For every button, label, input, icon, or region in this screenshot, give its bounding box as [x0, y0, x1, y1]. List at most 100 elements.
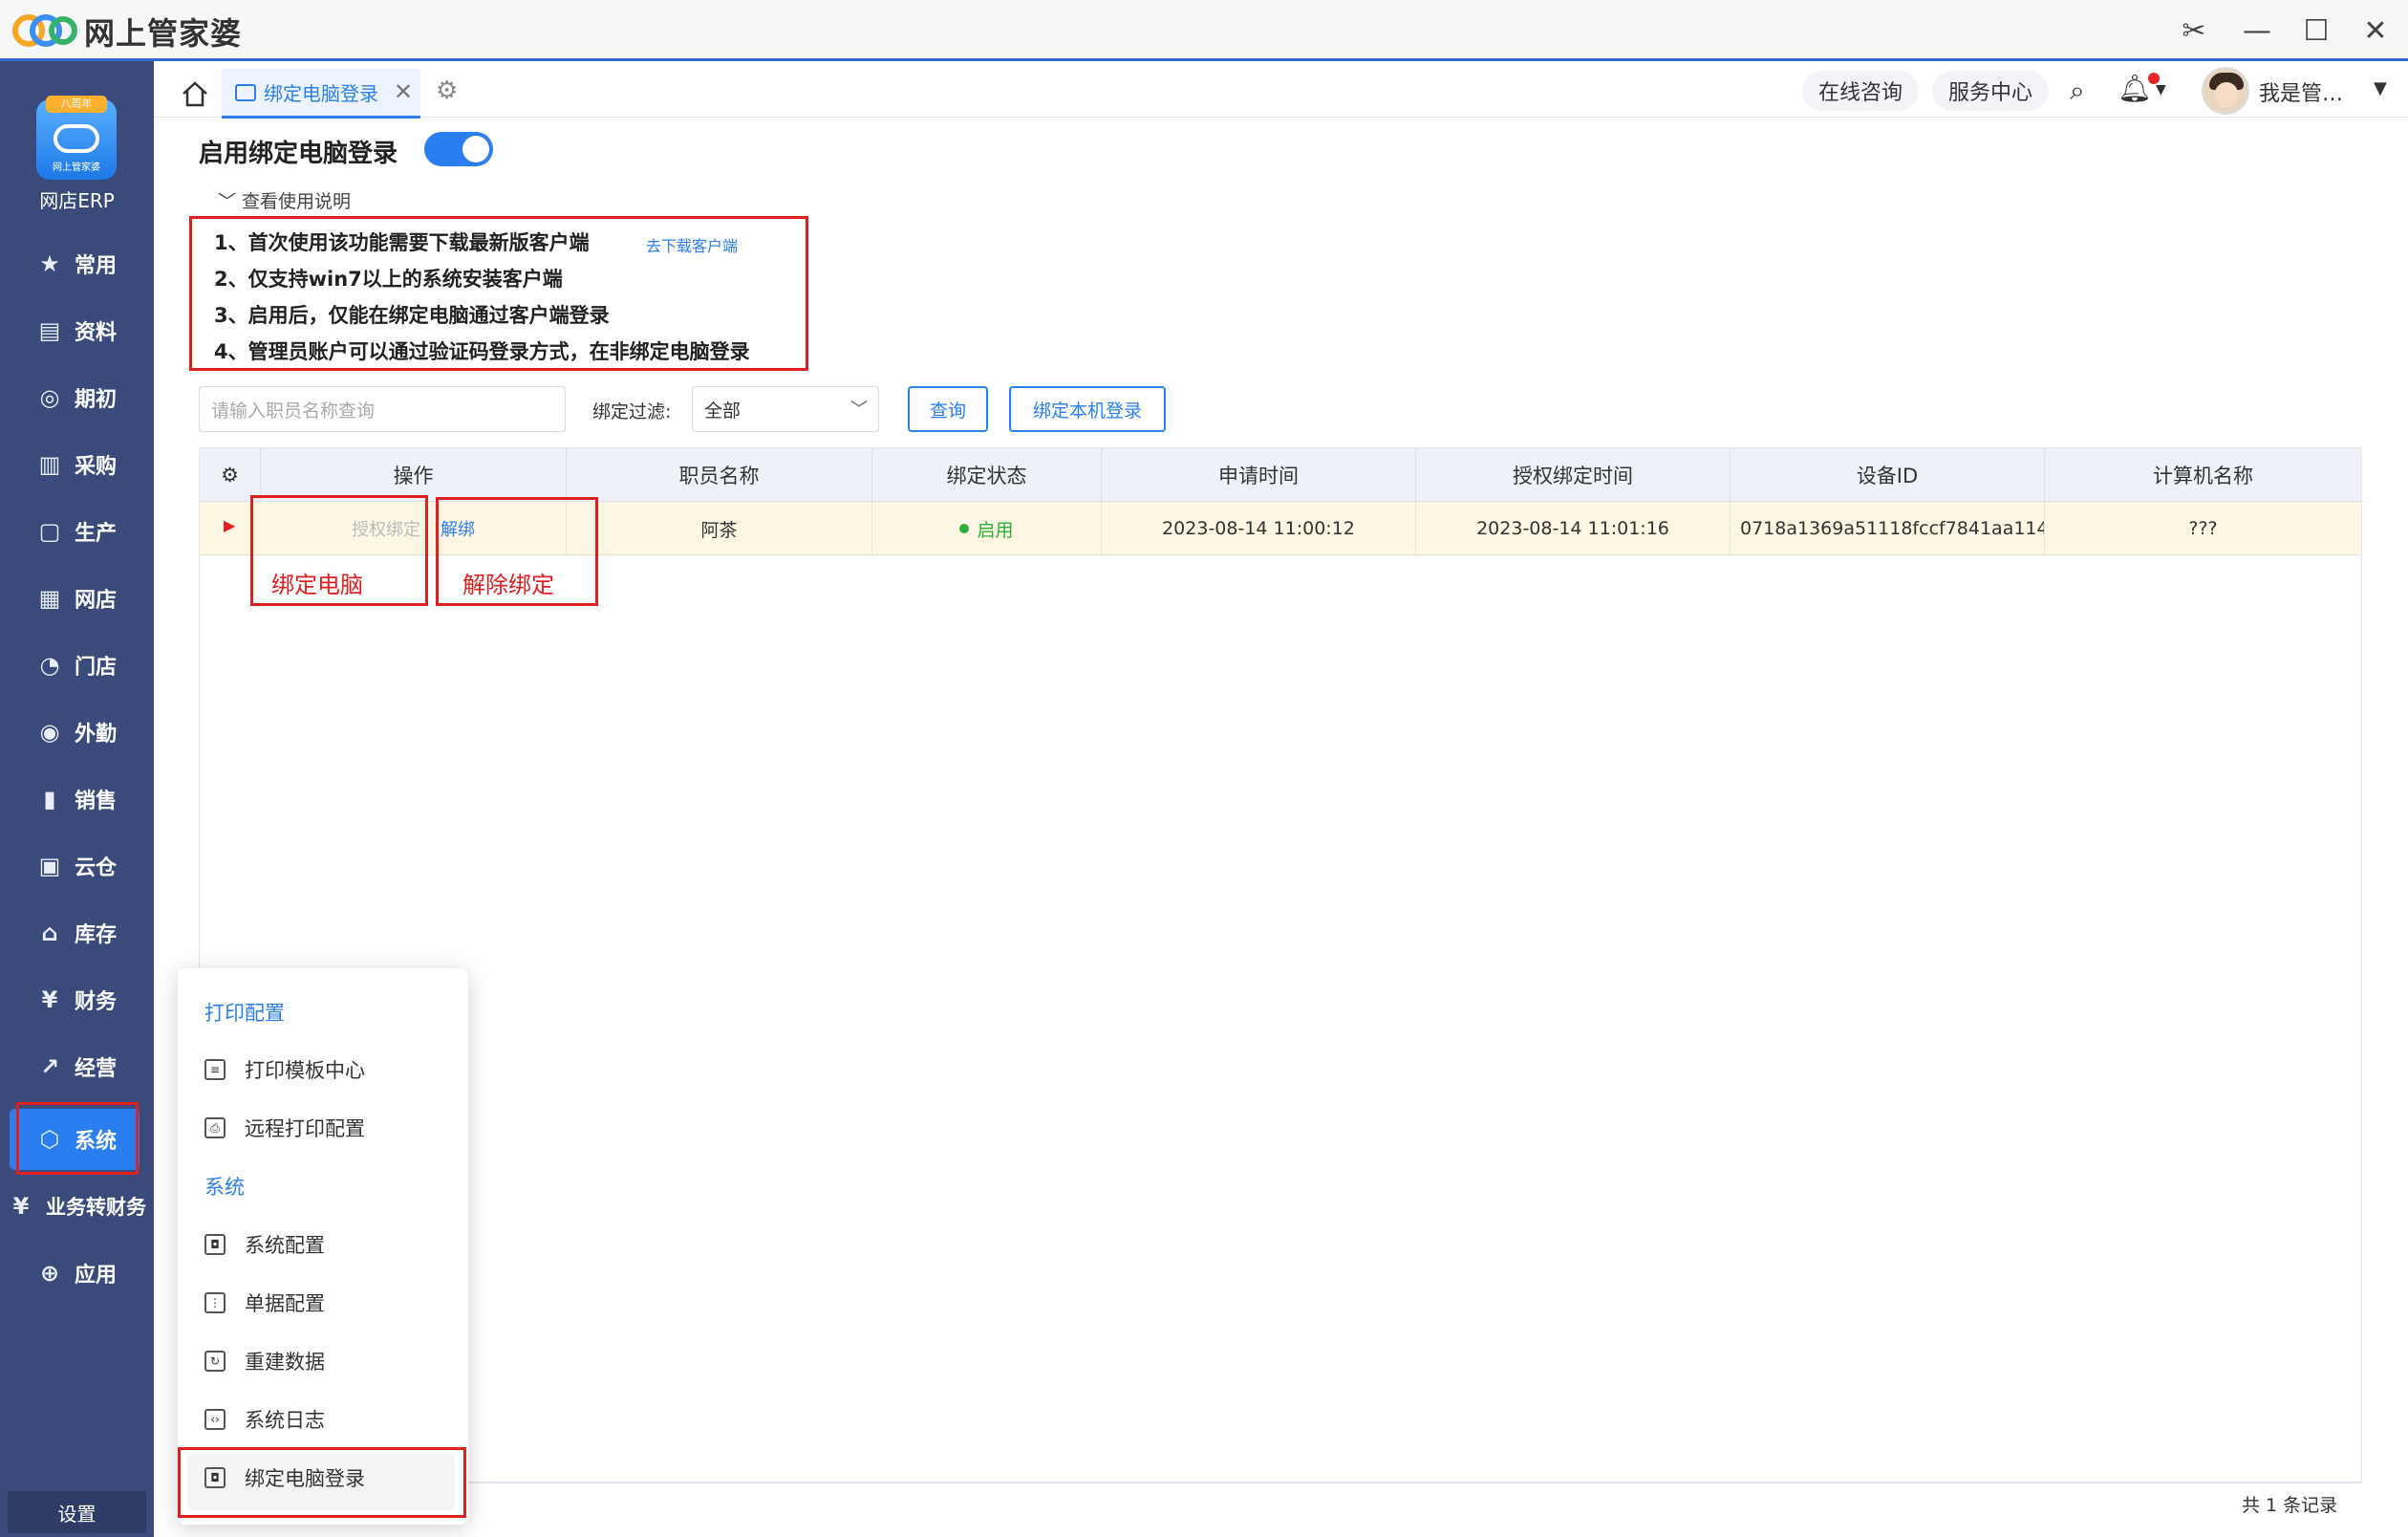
column-header: 操作	[261, 448, 567, 502]
tab-bind-pc-login[interactable]: 绑定电脑登录	[222, 69, 420, 119]
trend-icon: ↗	[39, 1053, 60, 1080]
rebuild-icon: ↻	[204, 1351, 226, 1372]
status-dot	[959, 524, 970, 533]
logo-sub: 网上管家婆	[53, 162, 100, 173]
bind-pc-menu-annotation-frame	[178, 1447, 466, 1518]
menu-item-label: 远程打印配置	[245, 1117, 365, 1140]
bell-icon[interactable]: 🔔︎	[2118, 73, 2152, 104]
sidebar-item-production[interactable]: ▢ 生产	[0, 503, 154, 560]
sidebar-item-operation[interactable]: ↗ 经营	[0, 1038, 154, 1095]
document-icon: ▢	[38, 518, 61, 545]
query-button[interactable]: 查询	[908, 386, 988, 432]
store-icon: ▦	[38, 585, 61, 612]
sidebar-item-data[interactable]: ▤ 资料	[0, 302, 154, 359]
menu-item-rebuild-data[interactable]: ↻ 重建数据	[204, 1347, 325, 1375]
column-settings-gear-icon[interactable]: ⚙	[200, 448, 261, 502]
menu-item-print-templates[interactable]: ≡ 打印模板中心	[204, 1055, 365, 1084]
sidebar-item-label: 财务	[75, 990, 118, 1014]
sidebar-item-finance[interactable]: ¥ 财务	[0, 971, 154, 1028]
column-header[interactable]: 绑定状态	[872, 448, 1102, 502]
sidebar-item-apps[interactable]: ⊕ 应用	[0, 1245, 154, 1302]
sidebar-item-label: 采购	[75, 455, 118, 479]
tab-label: 绑定电脑登录	[264, 82, 378, 105]
settings-button[interactable]: 设置	[8, 1491, 146, 1533]
column-header[interactable]: 职员名称	[567, 448, 872, 502]
gear-icon[interactable]: ⚙	[436, 76, 458, 105]
service-center-button[interactable]: 服务中心	[1932, 71, 2049, 111]
scissors-icon[interactable]: ✂	[2173, 10, 2215, 52]
menu-group-print: 打印配置	[204, 1002, 285, 1025]
sidebar-item-label: 业务转财务	[46, 1196, 146, 1219]
logo-badge: 八周年	[46, 96, 107, 113]
menu-item-system-config[interactable]: ◘ 系统配置	[204, 1230, 325, 1259]
sidebar-item-label: 云仓	[75, 856, 118, 880]
column-header[interactable]: 计算机名称	[2045, 448, 2361, 502]
menu-item-system-log[interactable]: ‹› 系统日志	[204, 1405, 325, 1434]
monitor-icon: ◘	[204, 1234, 226, 1255]
sidebar-item-purchase[interactable]: ▥ 采购	[0, 436, 154, 493]
search-icon[interactable]: ⌕	[2070, 75, 2085, 107]
home-icon[interactable]	[178, 76, 212, 111]
table-cell-employee: 阿茶	[567, 502, 872, 555]
erp-logo[interactable]: 八周年 网上管家婆	[36, 96, 117, 180]
close-button[interactable]: ✕	[2354, 10, 2397, 52]
sidebar-item-common[interactable]: ★ 常用	[0, 235, 154, 292]
column-header[interactable]: 设备ID	[1731, 448, 2045, 502]
sidebar-item-label: 应用	[75, 1264, 118, 1288]
tab-close-icon[interactable]: ✕	[394, 78, 413, 105]
template-icon: ≡	[204, 1059, 226, 1080]
grid-footer	[200, 1482, 2361, 1522]
app-logo-icon	[12, 14, 77, 47]
sidebar-item-store[interactable]: ◔ 门店	[0, 637, 154, 694]
maximize-button[interactable]: ☐	[2295, 10, 2337, 52]
field-icon: ◉	[39, 719, 60, 746]
menu-item-remote-print[interactable]: ⎙ 远程打印配置	[204, 1114, 365, 1142]
chevron-down-icon[interactable]: ﹀	[850, 396, 868, 421]
app-title: 网上管家婆	[84, 15, 243, 52]
column-header[interactable]: 授权绑定时间	[1416, 448, 1731, 502]
guide-line: 2、仅支持win7以上的系统安装客户端	[214, 268, 563, 291]
menu-item-doc-config[interactable]: ⋮ 单据配置	[204, 1288, 325, 1317]
column-header[interactable]: 申请时间	[1102, 448, 1416, 502]
sidebar-item-cloud-warehouse[interactable]: ▣ 云仓	[0, 837, 154, 895]
enable-toggle[interactable]	[424, 132, 493, 166]
employee-search-input[interactable]: 请输入职员名称查询	[199, 386, 566, 432]
menu-item-label: 系统日志	[245, 1409, 325, 1432]
sidebar-item-sales[interactable]: ▮ 销售	[0, 770, 154, 828]
record-count: 共 1 条记录	[2242, 1495, 2338, 1516]
sidebar-item-label: 销售	[75, 790, 118, 813]
table-cell-status: 启用	[872, 502, 1102, 555]
download-client-link[interactable]: 去下载客户端	[646, 233, 738, 256]
avatar[interactable]	[2202, 67, 2249, 115]
sidebar-item-opening[interactable]: ◎ 期初	[0, 369, 154, 426]
monitor-icon	[235, 83, 256, 101]
sidebar-item-field[interactable]: ◉ 外勤	[0, 704, 154, 761]
online-consult-button[interactable]: 在线咨询	[1802, 71, 1919, 111]
warehouse-icon: ⌂	[41, 920, 58, 946]
sidebar-item-label: 网店	[75, 589, 118, 613]
sidebar-item-label: 库存	[75, 923, 118, 947]
menu-item-label: 单据配置	[245, 1292, 325, 1315]
guide-toggle[interactable]: ﹀ 查看使用说明	[218, 187, 351, 213]
sidebar-item-label: 期初	[75, 388, 118, 412]
sidebar-item-biz-to-finance[interactable]: ¥ 业务转财务	[0, 1178, 154, 1235]
chevron-down-icon[interactable]: ▼	[2374, 78, 2387, 98]
sidebar-item-eshop[interactable]: ▦ 网店	[0, 570, 154, 627]
title-bar	[0, 0, 2408, 61]
user-name[interactable]: 我是管…	[2259, 76, 2343, 107]
table-cell-apply-time: 2023-08-14 11:00:12	[1102, 502, 1416, 555]
unbind-annotation: 解除绑定	[462, 572, 554, 598]
menu-group-system: 系统	[204, 1176, 245, 1199]
minimize-button[interactable]: —	[2236, 10, 2278, 52]
sidebar-item-label: 常用	[75, 254, 118, 278]
plus-icon: ⊕	[39, 1260, 60, 1287]
guide-line: 1、首次使用该功能需要下载最新版客户端	[214, 231, 590, 254]
cloud-icon	[54, 124, 99, 153]
bind-local-button[interactable]: 绑定本机登录	[1009, 386, 1166, 432]
sidebar-item-label: 资料	[75, 321, 118, 345]
sidebar-item-label: 外勤	[75, 723, 118, 747]
sidebar-item-inventory[interactable]: ⌂ 库存	[0, 904, 154, 962]
target-icon: ◎	[39, 384, 60, 411]
purchase-icon: ▥	[38, 451, 61, 478]
bell-caret-icon[interactable]: ▼	[2156, 82, 2166, 97]
